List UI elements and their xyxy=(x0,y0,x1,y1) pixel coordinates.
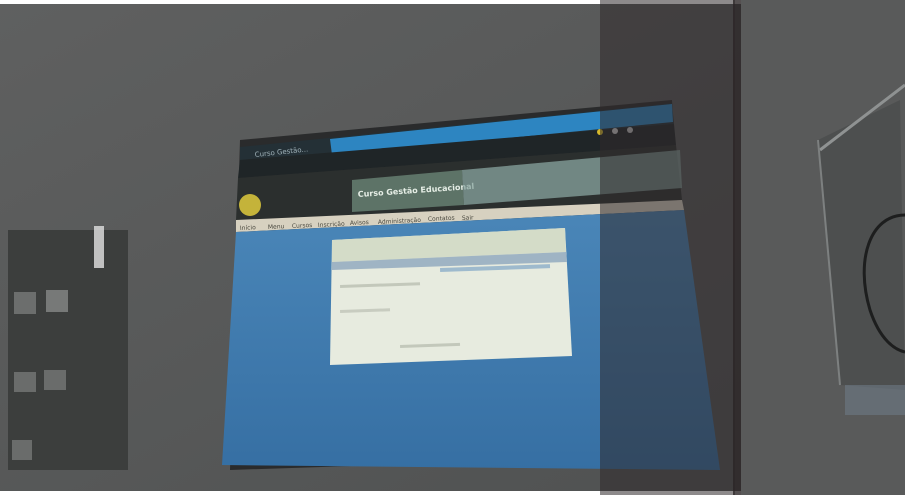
nav-item[interactable]: Início xyxy=(240,224,257,232)
right-room-objects xyxy=(741,0,905,495)
site-logo-icon xyxy=(239,194,261,216)
projected-screen-photo: Curso Gestão... Curso Gestão Educacional… xyxy=(0,0,905,495)
power-switch-icon xyxy=(94,226,104,268)
light-band xyxy=(600,0,735,495)
photo-canvas: Curso Gestão... Curso Gestão Educacional… xyxy=(0,0,905,495)
left-equipment xyxy=(8,226,128,470)
page-dialog xyxy=(330,228,572,365)
